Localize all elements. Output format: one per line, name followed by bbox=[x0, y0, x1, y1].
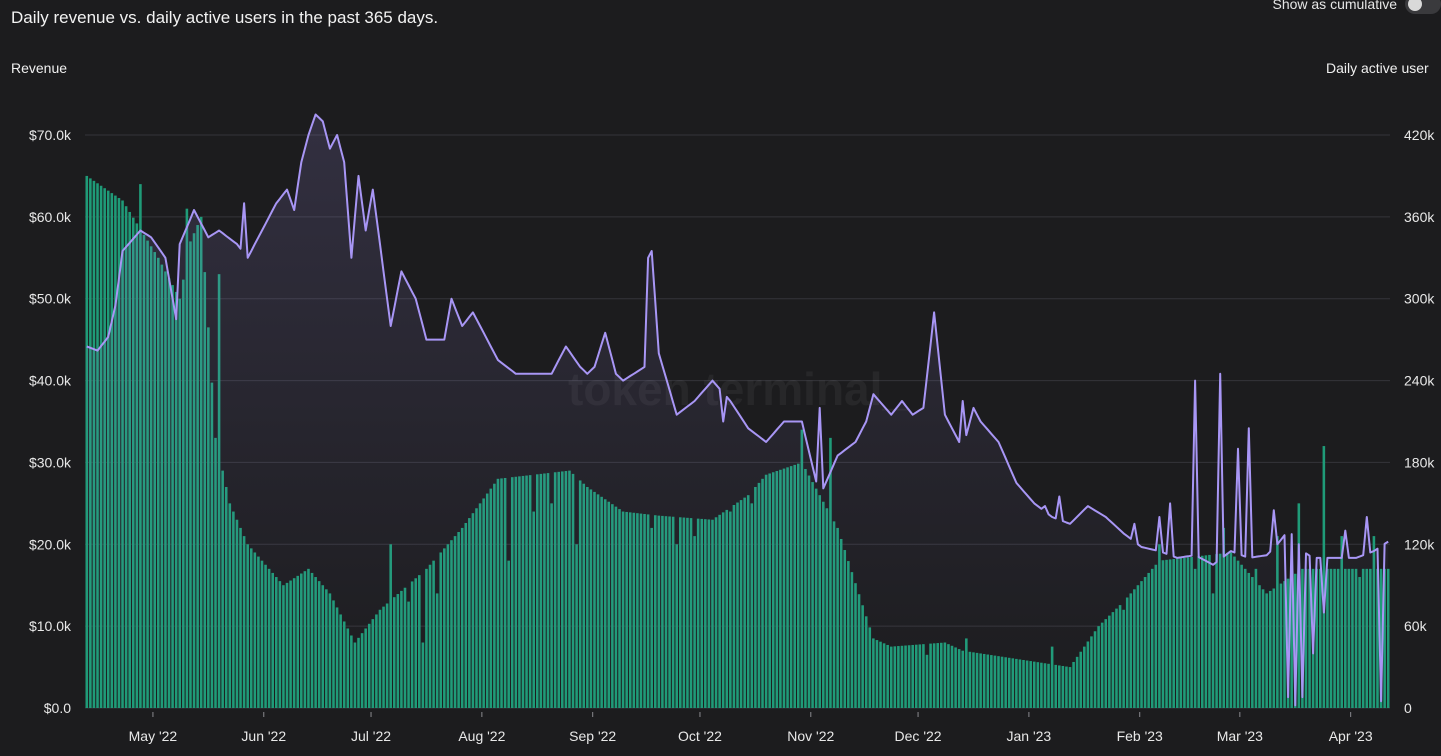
left-tick-label: $0.0 bbox=[44, 700, 71, 716]
x-tick-label: Sep '22 bbox=[569, 728, 616, 744]
left-tick-label: $30.0k bbox=[29, 454, 72, 470]
x-tick-label: Oct '22 bbox=[678, 728, 722, 744]
x-tick-label: Mar '23 bbox=[1217, 728, 1263, 744]
left-tick-label: $10.0k bbox=[29, 618, 72, 634]
revenue-users-chart: $0.0 $10.0k $20.0k $30.0k $40.0k $50.0k $60.0k… bbox=[29, 113, 1435, 744]
x-tick-label: May '22 bbox=[129, 728, 178, 744]
x-tick-label: Feb '23 bbox=[1117, 728, 1163, 744]
right-tick-label: 420k bbox=[1404, 127, 1435, 143]
x-tick-label: Jan '23 bbox=[1007, 728, 1052, 744]
right-tick-label: 240k bbox=[1404, 373, 1435, 389]
x-tick-label: Aug '22 bbox=[458, 728, 505, 744]
left-tick-label: $20.0k bbox=[29, 536, 72, 552]
right-tick-label: 360k bbox=[1404, 209, 1435, 225]
x-tick-label: Jun '22 bbox=[241, 728, 286, 744]
x-tick-label: Dec '22 bbox=[895, 728, 942, 744]
left-tick-label: $40.0k bbox=[29, 373, 72, 389]
x-tick-label: Apr '23 bbox=[1329, 728, 1373, 744]
left-tick-label: $50.0k bbox=[29, 291, 72, 307]
left-tick-label: $60.0k bbox=[29, 209, 72, 225]
right-tick-label: 60k bbox=[1404, 618, 1428, 634]
right-tick-label: 0 bbox=[1404, 700, 1412, 716]
right-tick-label: 120k bbox=[1404, 536, 1435, 552]
left-tick-label: $70.0k bbox=[29, 127, 72, 143]
right-tick-label: 180k bbox=[1404, 454, 1435, 470]
x-tick-label: Nov '22 bbox=[787, 728, 834, 744]
right-tick-label: 300k bbox=[1404, 291, 1435, 307]
x-tick-label: Jul '22 bbox=[351, 728, 391, 744]
